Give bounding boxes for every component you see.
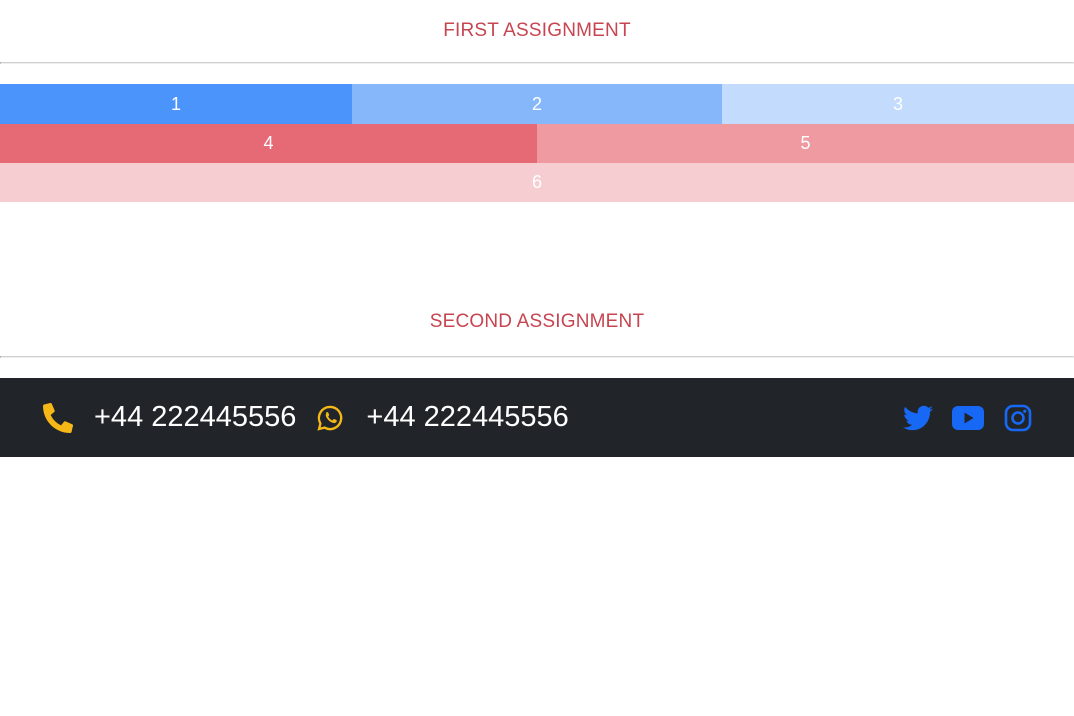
grid-cell-3: 3 <box>722 84 1074 124</box>
twitter-icon[interactable] <box>902 402 934 434</box>
grid-row-3: 6 <box>0 163 1074 202</box>
contact-info: +44 222445556 +44 222445556 <box>42 401 569 434</box>
contact-bar: +44 222445556 +44 222445556 <box>0 378 1074 457</box>
phone-icon <box>42 402 74 434</box>
grid-cell-6: 6 <box>0 163 1074 202</box>
youtube-icon[interactable] <box>952 402 984 434</box>
grid-cell-2: 2 <box>352 84 722 124</box>
whatsapp-contact[interactable]: +44 222445556 <box>314 401 569 434</box>
whatsapp-icon <box>314 402 346 434</box>
social-links <box>884 402 1034 434</box>
whatsapp-number: +44 222445556 <box>366 401 569 433</box>
phone-number: +44 222445556 <box>94 401 297 433</box>
grid-cell-4: 4 <box>0 124 537 163</box>
divider <box>0 62 1074 64</box>
grid-row-2: 4 5 <box>0 124 1074 163</box>
grid-cell-5: 5 <box>537 124 1074 163</box>
grid-cell-1: 1 <box>0 84 352 124</box>
phone-contact[interactable]: +44 222445556 <box>42 401 296 434</box>
second-assignment-title: SECOND ASSIGNMENT <box>429 311 645 332</box>
first-assignment-title: FIRST ASSIGNMENT <box>443 20 631 41</box>
color-grid: 1 2 3 4 5 6 <box>0 84 1074 202</box>
divider <box>0 356 1074 358</box>
instagram-icon[interactable] <box>1002 402 1034 434</box>
grid-row-1: 1 2 3 <box>0 84 1074 124</box>
